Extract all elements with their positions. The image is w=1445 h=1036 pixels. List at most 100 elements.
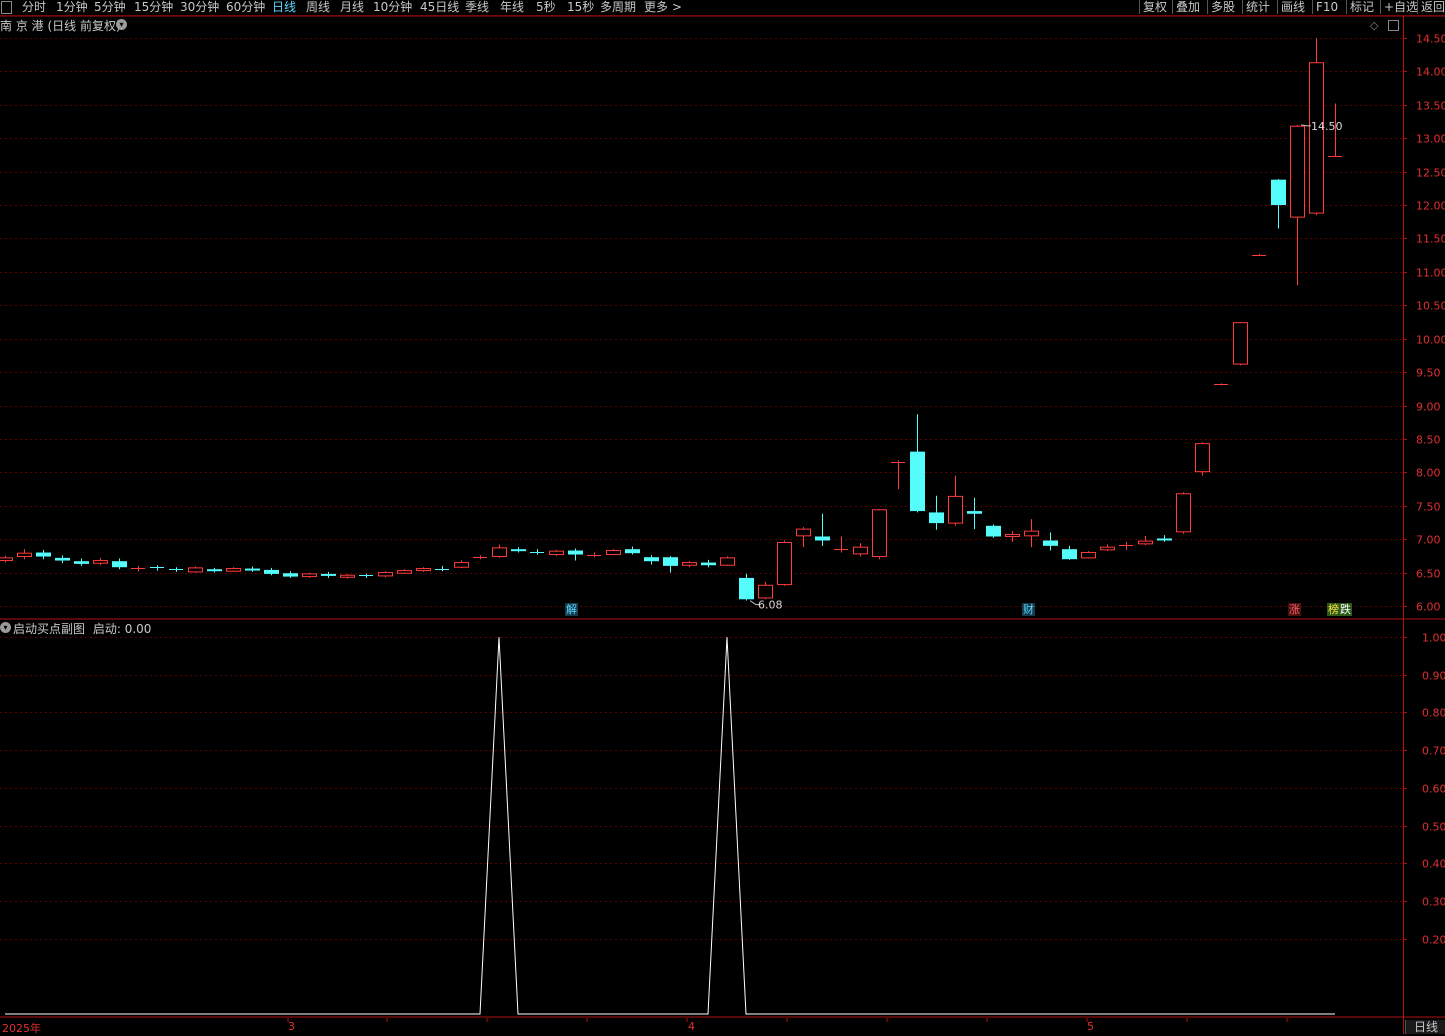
candle-body	[340, 574, 355, 578]
candle-body	[1290, 125, 1305, 218]
rise-badge[interactable]: 涨	[1288, 603, 1301, 616]
candle-body	[207, 569, 222, 572]
y-tick-label: 14.50	[1416, 33, 1445, 46]
time-axis	[0, 1018, 1403, 1034]
unlock-badge[interactable]: 解	[565, 603, 578, 616]
candle-body	[17, 552, 32, 558]
candle-body	[454, 562, 469, 568]
candle-body	[1195, 443, 1210, 473]
y-tick-label: 12.00	[1416, 200, 1445, 213]
finance-badge[interactable]: 财	[1022, 603, 1035, 616]
y-tick-label: 11.50	[1416, 233, 1445, 246]
candle-body	[378, 572, 393, 577]
candle-body	[644, 557, 659, 562]
candle-body	[93, 560, 108, 564]
y-tick-label: 13.00	[1416, 133, 1445, 146]
y-tick-label: 0.80	[1422, 707, 1445, 720]
chevron-down-icon[interactable]: ▾	[0, 622, 11, 633]
candle-body	[967, 511, 982, 514]
candle-body	[777, 541, 792, 586]
candle-body	[283, 573, 298, 577]
y-tick-label: 10.00	[1416, 334, 1445, 347]
x-tick-label: 4	[688, 1020, 695, 1033]
candle-body	[720, 557, 735, 566]
candle-body	[0, 557, 13, 562]
fall-badge[interactable]: 跌	[1339, 603, 1352, 616]
candle-body	[663, 557, 678, 566]
x-tick-label: 3	[288, 1020, 295, 1033]
y-tick-label: 0.50	[1422, 821, 1445, 834]
candle-body	[796, 528, 811, 537]
y-tick-label: 6.50	[1416, 568, 1441, 581]
candle-body	[929, 512, 944, 524]
diamond-icon[interactable]: ◇	[1370, 19, 1378, 32]
candle-body	[1081, 552, 1096, 559]
x-tick-label: 5	[1087, 1020, 1094, 1033]
indicator-name: 启动买点副图	[13, 622, 86, 636]
candle-body	[188, 567, 203, 573]
price-marker-label: 14.50	[1311, 120, 1343, 133]
candle-body	[758, 584, 773, 599]
y-tick-label: 8.50	[1416, 434, 1441, 447]
candle-body	[606, 550, 621, 556]
y-tick-label: 0.60	[1422, 783, 1445, 796]
indicator-title: 启动买点副图 启动: 0.00	[13, 620, 151, 637]
y-tick-label: 9.00	[1416, 401, 1441, 414]
y-tick-label: 10.50	[1416, 300, 1445, 313]
candle-body	[625, 549, 640, 554]
chart-canvas: 6.00 6.50 7.00 7.50 8.00 8.50 9.00 9.50 10.00 10.…	[0, 15, 1445, 1034]
candle-body	[112, 561, 127, 568]
y-tick-label: 7.50	[1416, 501, 1441, 514]
candle-body	[986, 525, 1001, 537]
candle-body	[872, 509, 887, 558]
candle-body	[1176, 493, 1191, 533]
y-tick-label: 0.20	[1422, 934, 1445, 947]
chevron-down-icon[interactable]: ▾	[116, 19, 127, 30]
stock-title: 南 京 港 (日线 前复权)	[0, 19, 121, 33]
y-tick-label: 13.50	[1416, 100, 1445, 113]
candle-body	[1024, 530, 1039, 537]
candle-body	[302, 573, 317, 578]
candle-body	[1005, 533, 1020, 537]
candle-body	[36, 552, 51, 557]
y-tick-label: 6.00	[1416, 601, 1441, 614]
candle-body	[948, 495, 963, 524]
y-tick-label: 0.90	[1422, 670, 1445, 683]
y-tick-label: 14.00	[1416, 66, 1445, 79]
candle-body	[1157, 538, 1172, 541]
candle-body	[1233, 322, 1248, 365]
candle-body	[264, 569, 279, 574]
y-tick-label: 9.50	[1416, 367, 1441, 380]
candle-body	[245, 568, 260, 571]
candle-body	[1138, 540, 1153, 545]
candle-body	[416, 568, 431, 572]
candle-body	[815, 536, 830, 541]
price-marker-label: 6.08	[758, 599, 783, 612]
candle-body	[701, 562, 716, 566]
candle-body	[853, 546, 868, 555]
candle-body	[549, 550, 564, 556]
candle-body	[1100, 546, 1115, 551]
indicator-line	[5, 637, 1335, 1015]
candle-body	[492, 547, 507, 558]
panel-toggle-icon[interactable]	[1388, 20, 1399, 31]
candle-body	[321, 573, 336, 576]
candle-body	[568, 550, 583, 555]
candle-body	[1271, 179, 1286, 206]
candle-body	[226, 568, 241, 572]
candle-body	[55, 557, 70, 561]
y-tick-label: 0.40	[1422, 858, 1445, 871]
indicator-value: 启动: 0.00	[92, 622, 152, 636]
period-button[interactable]: 日线	[1405, 1020, 1445, 1034]
y-tick-label: 12.50	[1416, 167, 1445, 180]
y-tick-label: 11.00	[1416, 267, 1445, 280]
candle-body	[511, 549, 526, 552]
candle-body	[1062, 549, 1077, 560]
y-tick-label: 7.00	[1416, 534, 1441, 547]
y-tick-label: 0.70	[1422, 745, 1445, 758]
candle-body	[74, 561, 89, 564]
candle-body	[1043, 540, 1058, 546]
y-tick-label: 8.00	[1416, 467, 1441, 480]
candle-body	[739, 577, 754, 600]
candle-body	[910, 451, 925, 512]
